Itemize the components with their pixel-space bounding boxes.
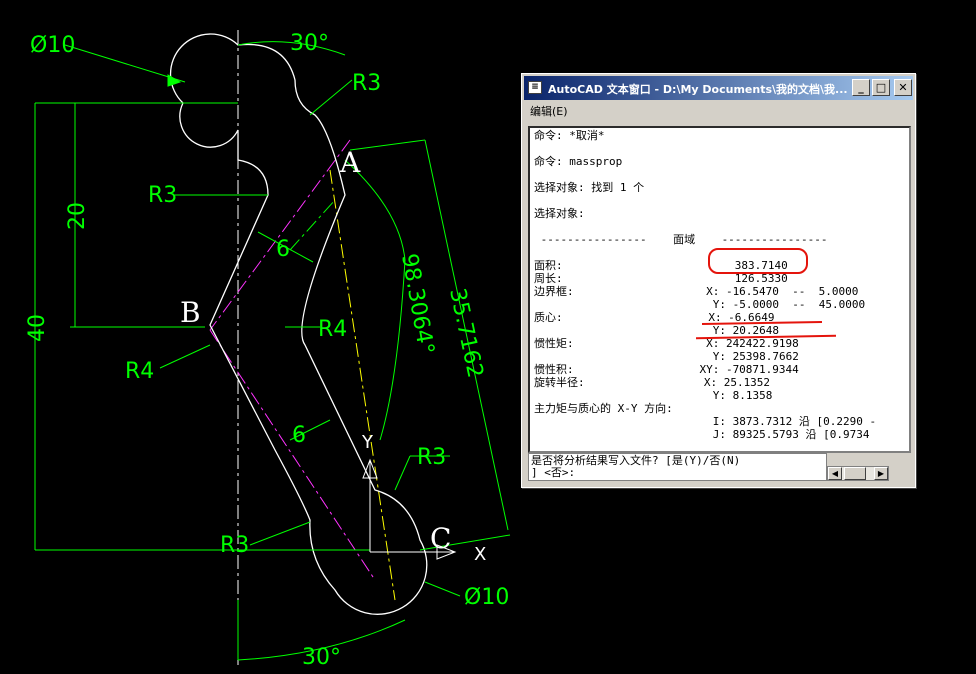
point-b-label: B <box>180 296 201 329</box>
product-inertia-line: 惯性积: XY: -70871.9344 <box>534 363 799 376</box>
dim-6-lower: 6 <box>292 423 306 448</box>
history-line: 选择对象: 找到 1 个 <box>534 181 645 194</box>
ucs-x-label: X <box>474 544 486 565</box>
minimize-button[interactable]: _ <box>852 79 870 96</box>
gyration-y-line: Y: 8.1358 <box>534 389 773 402</box>
part-outline <box>169 33 428 615</box>
dim-diameter-bottom: Ø10 <box>464 585 509 610</box>
scroll-thumb[interactable] <box>844 467 866 480</box>
window-title: AutoCAD 文本窗口 - D:\My Documents\我的文档\我... <box>548 83 848 96</box>
inertia-x-line: 惯性矩: X: 242422.9198 <box>534 337 799 350</box>
point-a-label: A <box>339 146 361 179</box>
history-line: 选择对象: <box>534 207 585 220</box>
dim-r3-lower-right: R3 <box>417 445 446 470</box>
gyration-x-line: 旋转半径: X: 25.1352 <box>534 376 771 389</box>
menu-edit[interactable]: 编辑(E) <box>526 103 572 121</box>
bbox-x-line: 边界框: X: -16.5470 -- 5.0000 <box>534 285 859 298</box>
history-line: 命令: *取消* <box>534 129 605 142</box>
red-circle-annotation <box>708 248 808 274</box>
autocad-text-window: ≡ AutoCAD 文本窗口 - D:\My Documents\我的文档\我.… <box>521 73 916 488</box>
dim-angle-98: 98.3064° <box>396 252 438 357</box>
dim-35: 35.7162 <box>444 286 487 380</box>
ucs-y-label: Y <box>361 432 374 453</box>
command-history[interactable]: 命令: *取消* 命令: massprop 选择对象: 找到 1 个 选择对象:… <box>528 126 911 453</box>
dim-r3-top-right: R3 <box>352 71 381 96</box>
slot-axis-line <box>329 169 396 601</box>
app-icon[interactable]: ≡ <box>528 81 542 94</box>
dim-20: 20 <box>65 202 90 230</box>
inertia-y-line: Y: 25398.7662 <box>534 350 799 363</box>
dim-r4-right: R4 <box>318 317 347 342</box>
command-input[interactable]: 是否将分析结果写入文件? [是(Y)/否(N) ] <否>: <box>528 453 827 481</box>
dim-angle-bottom: 30° <box>302 645 341 670</box>
dim-6-upper: 6 <box>276 237 290 262</box>
bbox-y-line: Y: -5.0000 -- 45.0000 <box>534 298 866 311</box>
perimeter-line: 周长: 126.5330 <box>534 272 788 285</box>
scroll-left-icon[interactable]: ◀ <box>828 467 842 480</box>
history-line: 命令: massprop <box>534 155 623 168</box>
prompt-line: ] <否>: <box>531 466 576 479</box>
dim-r4-left: R4 <box>125 359 154 384</box>
aux-line <box>289 199 336 251</box>
horizontal-scrollbar[interactable]: ◀ ▶ <box>827 466 889 481</box>
point-c-label: C <box>430 522 451 555</box>
centerlines <box>209 30 396 665</box>
centroid-y-line: Y: 20.2648 <box>534 324 780 337</box>
dim-diameter-top: Ø10 <box>30 33 75 58</box>
history-line: ---------------- 面域 ---------------- <box>534 233 828 246</box>
dim-r3-bottom: R3 <box>220 533 249 558</box>
maximize-button[interactable]: □ <box>872 79 890 96</box>
principal-j-line: J: 89325.5793 沿 [0.9734 <box>534 428 870 441</box>
principal-moments-line: 主力矩与质心的 X-Y 方向: <box>534 402 673 415</box>
dim-r3-left: R3 <box>148 183 177 208</box>
principal-i-line: I: 3873.7312 沿 [0.2290 - <box>534 415 877 428</box>
close-button[interactable]: ✕ <box>894 79 912 96</box>
dim-angle-top: 30° <box>290 31 329 56</box>
window-title-bar[interactable]: ≡ AutoCAD 文本窗口 - D:\My Documents\我的文档\我.… <box>524 76 913 100</box>
scroll-right-icon[interactable]: ▶ <box>874 467 888 480</box>
dim-40: 40 <box>25 314 50 342</box>
